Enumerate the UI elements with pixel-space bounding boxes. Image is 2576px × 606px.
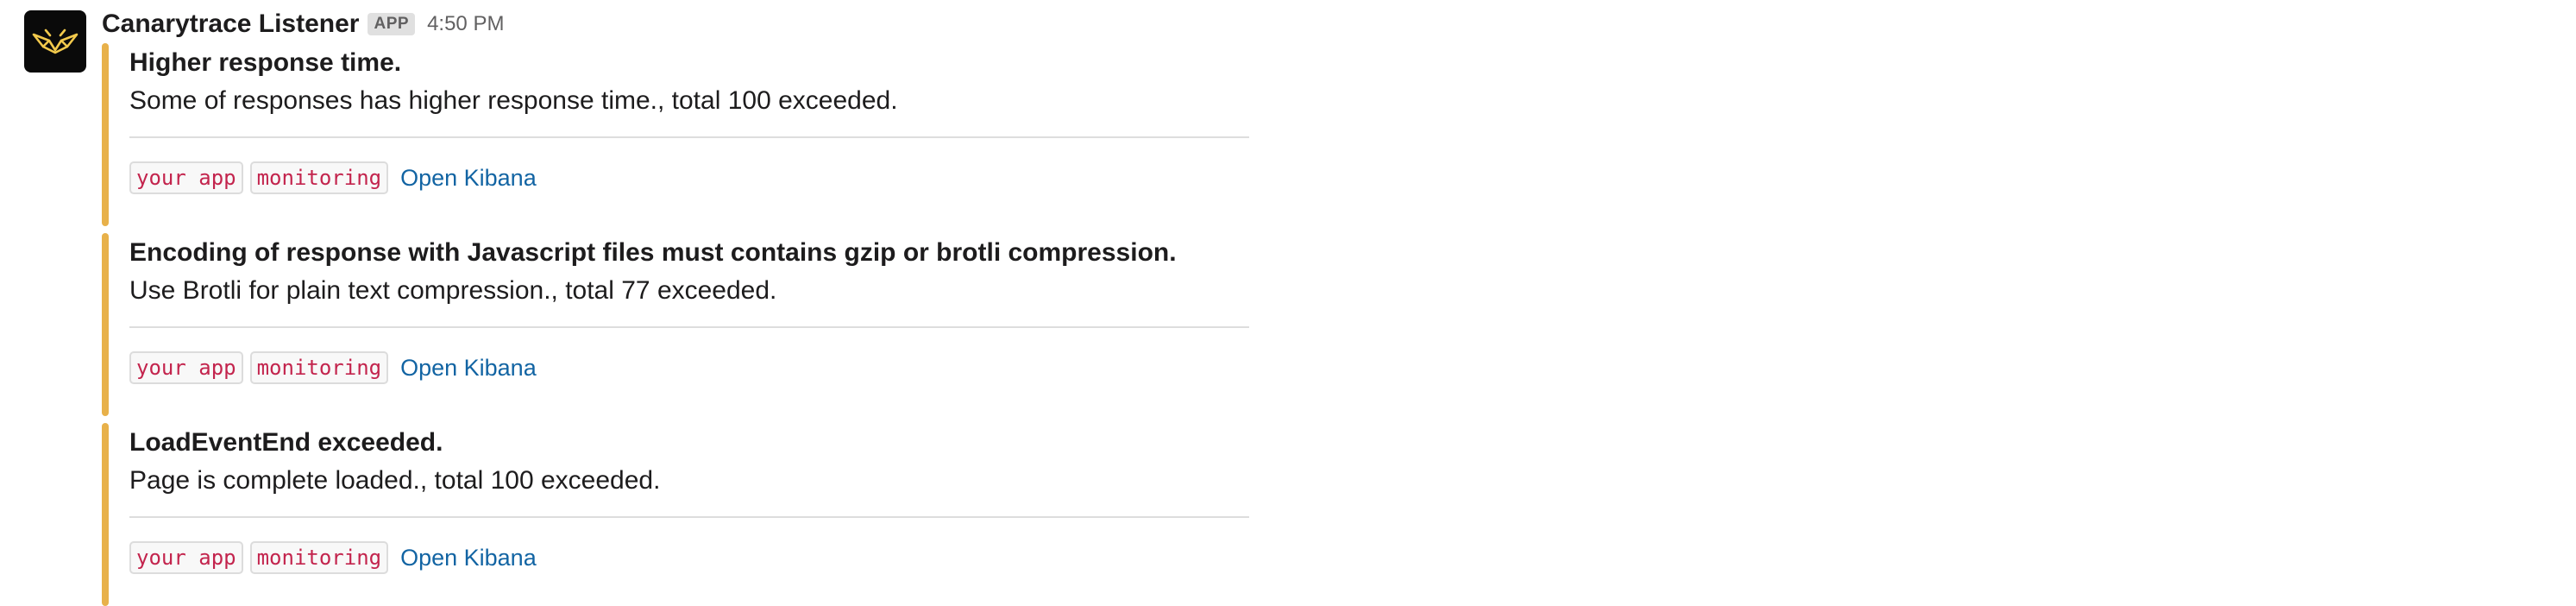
avatar[interactable]	[24, 10, 86, 73]
attachment: Encoding of response with Javascript fil…	[102, 233, 1249, 416]
tag-monitoring: monitoring	[249, 161, 389, 194]
tag-monitoring: monitoring	[249, 541, 389, 574]
tag-your-app: your app	[129, 541, 243, 574]
attachment-title: Higher response time.	[129, 48, 402, 77]
open-kibana-link[interactable]: Open Kibana	[400, 545, 537, 571]
open-kibana-link[interactable]: Open Kibana	[400, 355, 537, 382]
attachment: Higher response time. Some of responses …	[102, 43, 1249, 226]
timestamp[interactable]: 4:50 PM	[427, 12, 504, 36]
attachment-title: Encoding of response with Javascript fil…	[129, 238, 1177, 267]
attachment-text: Use Brotli for plain text compression., …	[129, 276, 777, 305]
attachment-footer: your app monitoring Open Kibana	[129, 540, 537, 575]
chat-message: Canarytrace Listener APP 4:50 PM Higher …	[0, 0, 2576, 606]
message-header: Canarytrace Listener APP 4:50 PM	[102, 7, 504, 41]
tag-your-app: your app	[129, 351, 243, 384]
attachment-text: Page is complete loaded., total 100 exce…	[129, 466, 661, 495]
attachment-text: Some of responses has higher response ti…	[129, 86, 898, 115]
divider	[129, 326, 1249, 328]
canary-logo-icon	[32, 28, 79, 54]
attachment: LoadEventEnd exceeded. Page is complete …	[102, 423, 1249, 606]
sender-name[interactable]: Canarytrace Listener	[102, 9, 359, 39]
attachment-color-bar	[102, 43, 109, 226]
attachment-color-bar	[102, 233, 109, 416]
tag-your-app: your app	[129, 161, 243, 194]
divider	[129, 516, 1249, 518]
attachment-title: LoadEventEnd exceeded.	[129, 428, 443, 457]
attachment-color-bar	[102, 423, 109, 606]
attachment-footer: your app monitoring Open Kibana	[129, 350, 537, 385]
tag-monitoring: monitoring	[249, 351, 389, 384]
divider	[129, 136, 1249, 138]
app-badge: APP	[368, 13, 416, 35]
attachment-footer: your app monitoring Open Kibana	[129, 161, 537, 195]
open-kibana-link[interactable]: Open Kibana	[400, 165, 537, 192]
